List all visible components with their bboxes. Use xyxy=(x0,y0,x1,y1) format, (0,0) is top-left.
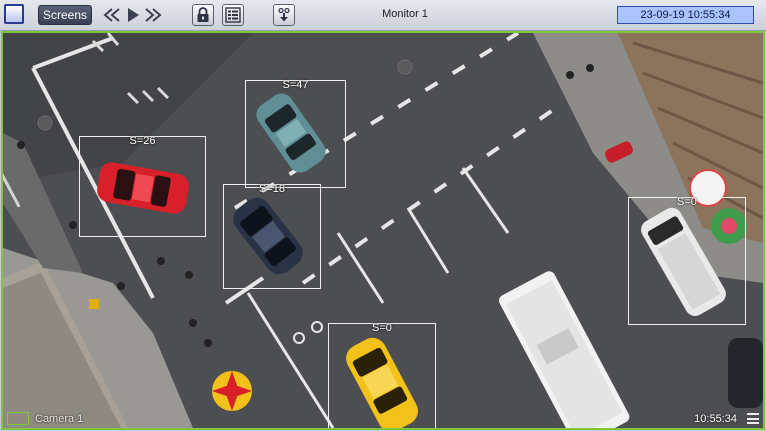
camera-name: Camera 1 xyxy=(35,412,84,425)
detection-label: S=26 xyxy=(129,135,156,147)
detection-label: S=47 xyxy=(282,79,309,91)
list-icon[interactable] xyxy=(222,4,244,26)
screens-button[interactable]: Screens xyxy=(38,5,92,25)
menu-icon[interactable] xyxy=(747,413,759,424)
detection-label: S=0 xyxy=(372,322,392,334)
download-icon[interactable] xyxy=(273,4,295,26)
toolbar: Screens Monitor 1 23-09-19 10:55:34 xyxy=(0,0,766,31)
detection-box: S=18 xyxy=(223,183,321,289)
camera-timestamp: 10:55:34 xyxy=(694,413,737,425)
monitor-title: Monitor 1 xyxy=(382,8,428,20)
clock-display: 23-09-19 10:55:34 xyxy=(617,6,754,24)
detection-box: S=0 xyxy=(328,322,436,428)
detection-box: S=0 xyxy=(628,196,746,325)
camera-select-icon[interactable] xyxy=(7,412,29,425)
detection-box: S=47 xyxy=(245,79,346,188)
detection-label: S=18 xyxy=(259,183,285,195)
play-icon[interactable] xyxy=(124,4,142,26)
lock-icon[interactable] xyxy=(192,4,214,26)
rewind-icon[interactable] xyxy=(102,4,122,26)
camera-viewport[interactable]: S=47 S=26 S=18 S=0 S=0 Camera 1 10:55:34 xyxy=(1,31,765,430)
detection-label: S=0 xyxy=(677,196,697,208)
fast-forward-icon[interactable] xyxy=(143,4,163,26)
camera-label-group: Camera 1 xyxy=(7,412,83,425)
detection-box: S=26 xyxy=(79,135,206,237)
layout-square-icon[interactable] xyxy=(4,4,24,24)
